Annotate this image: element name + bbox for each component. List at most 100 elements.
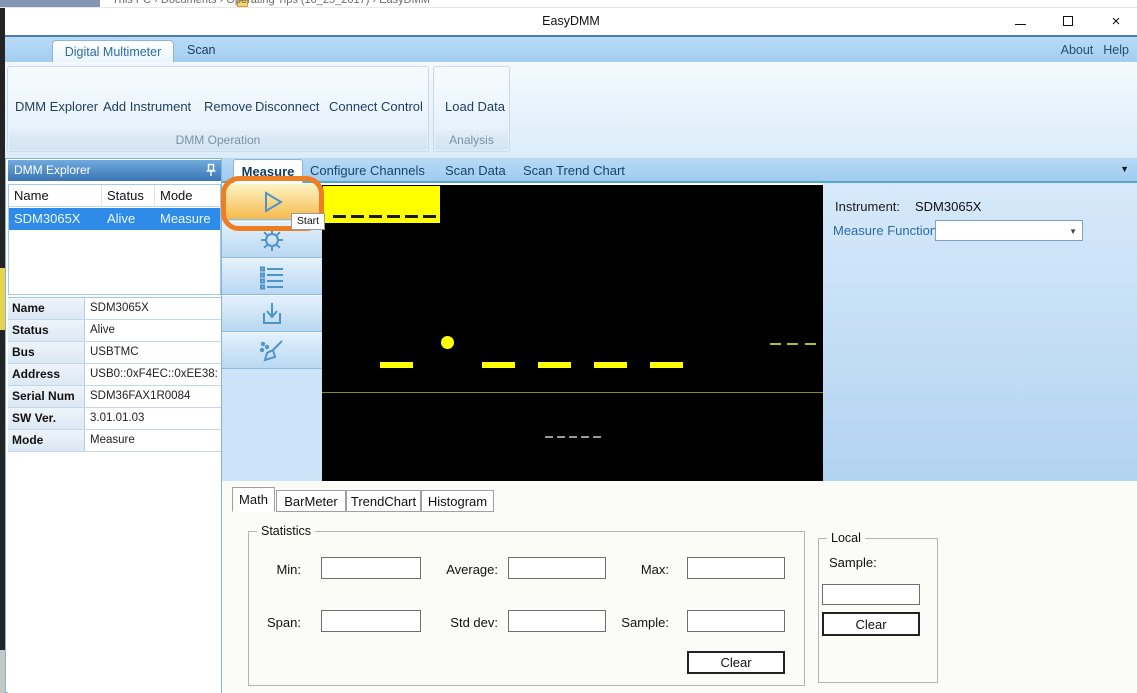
statistics-groupbox: Statistics Min: Average: Max: Span: Std … [248, 531, 805, 686]
span-input[interactable] [321, 610, 421, 632]
start-tooltip: Start [291, 213, 325, 230]
average-label: Average: [421, 562, 498, 577]
instrument-value: SDM3065X [915, 199, 981, 214]
reading-dash [482, 362, 515, 368]
tab-trendchart[interactable]: TrendChart [346, 490, 421, 512]
remove-button[interactable]: Remove [204, 99, 252, 114]
properties-table: NameSDM3065X StatusAlive BusUSBTMC Addre… [8, 297, 221, 693]
chevron-down-icon: ▼ [1069, 227, 1077, 236]
content-tab-strip: Measure Configure Channels Scan Data Sca… [222, 158, 1137, 183]
broom-icon [258, 338, 286, 364]
analysis-area: Math BarMeter TrendChart Histogram Stati… [222, 481, 1137, 693]
local-title: Local [827, 531, 865, 545]
column-header-status[interactable]: Status [102, 185, 155, 207]
statistics-clear-button[interactable]: Clear [687, 651, 785, 674]
measure-function-dropdown[interactable]: ▼ [935, 220, 1083, 241]
property-value: 3.01.01.03 [90, 408, 219, 429]
secondary-dash [545, 436, 553, 438]
overlay-dash [387, 215, 400, 218]
min-input[interactable] [321, 557, 421, 579]
play-icon [257, 189, 287, 215]
secondary-dash [557, 436, 565, 438]
load-data-button[interactable]: Load Data [445, 99, 505, 114]
overlay-dash [405, 215, 418, 218]
save-data-button[interactable] [222, 295, 322, 332]
title-bar: EasyDMM × [5, 8, 1137, 35]
range-overlay-highlight [323, 186, 440, 223]
instrument-table: Name Status Mode SDM3065X Alive Measure [8, 184, 221, 295]
clean-button[interactable] [222, 332, 322, 369]
tab-math[interactable]: Math [232, 487, 275, 512]
ribbon: DMM Explorer Add Instrument Remove Disco… [5, 62, 1137, 158]
reading-dash [594, 362, 627, 368]
chevron-down-icon[interactable]: ▼ [1120, 164, 1129, 174]
pin-icon[interactable] [205, 163, 217, 177]
tab-scan-trend-chart[interactable]: Scan Trend Chart [523, 163, 625, 178]
tab-histogram[interactable]: Histogram [421, 490, 494, 512]
overlay-dash [351, 215, 364, 218]
property-label: Status [8, 320, 85, 341]
stddev-label: Std dev: [421, 615, 498, 630]
dmm-explorer-button[interactable]: DMM Explorer [15, 99, 98, 114]
connect-button[interactable]: Connect [329, 99, 377, 114]
sample-input[interactable] [687, 610, 785, 632]
tab-scan-data[interactable]: Scan Data [445, 163, 506, 178]
property-row: StatusAlive [8, 320, 221, 342]
span-label: Span: [251, 615, 301, 630]
property-row: ModeMeasure [8, 430, 221, 452]
max-input[interactable] [687, 557, 785, 579]
reading-dash [538, 362, 571, 368]
ribbon-group-analysis: Load Data Analysis [433, 66, 510, 152]
unit-dash [805, 343, 816, 345]
property-label: SW Ver. [8, 408, 85, 429]
property-row: NameSDM3065X [8, 298, 221, 320]
about-link[interactable]: About [1061, 43, 1094, 57]
instrument-status: Alive [107, 208, 135, 230]
property-label: Mode [8, 430, 85, 451]
property-label: Serial Num [8, 386, 85, 407]
measurement-display [322, 185, 823, 481]
local-sample-input[interactable] [822, 584, 920, 605]
menu-tab-strip: Digital Multimeter Scan About Help [5, 35, 1137, 62]
minimize-button[interactable] [1003, 8, 1037, 34]
property-value: USBTMC [90, 342, 219, 363]
close-button[interactable]: × [1099, 8, 1133, 34]
add-instrument-button[interactable]: Add Instrument [103, 99, 191, 114]
local-sample-label: Sample: [829, 555, 889, 570]
column-header-name[interactable]: Name [9, 185, 102, 207]
gear-icon [258, 226, 286, 254]
property-value: Measure [90, 430, 219, 451]
stddev-input[interactable] [508, 610, 606, 632]
dmm-explorer-panel: DMM Explorer Name Status Mode SDM3065X A… [5, 158, 222, 693]
download-icon [258, 301, 286, 327]
property-label: Bus [8, 342, 85, 363]
unit-dash [770, 343, 781, 345]
tab-barmeter[interactable]: BarMeter [276, 490, 346, 512]
average-input[interactable] [508, 557, 606, 579]
group-label-dmm-operation: DMM Operation [9, 130, 427, 150]
overlay-dash [423, 215, 436, 218]
property-row: SW Ver.3.01.01.03 [8, 408, 221, 430]
tab-digital-multimeter[interactable]: Digital Multimeter [52, 40, 174, 64]
instrument-row-selected[interactable]: SDM3065X Alive Measure [9, 208, 220, 230]
instrument-mode: Measure [160, 208, 211, 230]
control-button[interactable]: Control [381, 99, 423, 114]
statistics-title: Statistics [257, 524, 315, 538]
overlay-dash [369, 215, 382, 218]
secondary-dash [581, 436, 589, 438]
tab-scan[interactable]: Scan [187, 43, 216, 57]
column-header-mode[interactable]: Mode [155, 185, 221, 207]
panel-title: DMM Explorer [14, 163, 91, 177]
local-clear-button[interactable]: Clear [822, 612, 920, 636]
list-button[interactable] [222, 258, 322, 295]
unit-dash [787, 343, 798, 345]
sample-label: Sample: [601, 615, 669, 630]
secondary-dash [569, 436, 577, 438]
maximize-button[interactable] [1051, 8, 1085, 34]
tab-measure[interactable]: Measure [233, 159, 303, 183]
close-icon: × [1112, 14, 1121, 29]
group-label-analysis: Analysis [435, 130, 508, 150]
help-link[interactable]: Help [1103, 43, 1129, 57]
tab-configure-channels[interactable]: Configure Channels [310, 163, 425, 178]
disconnect-button[interactable]: Disconnect [255, 99, 319, 114]
